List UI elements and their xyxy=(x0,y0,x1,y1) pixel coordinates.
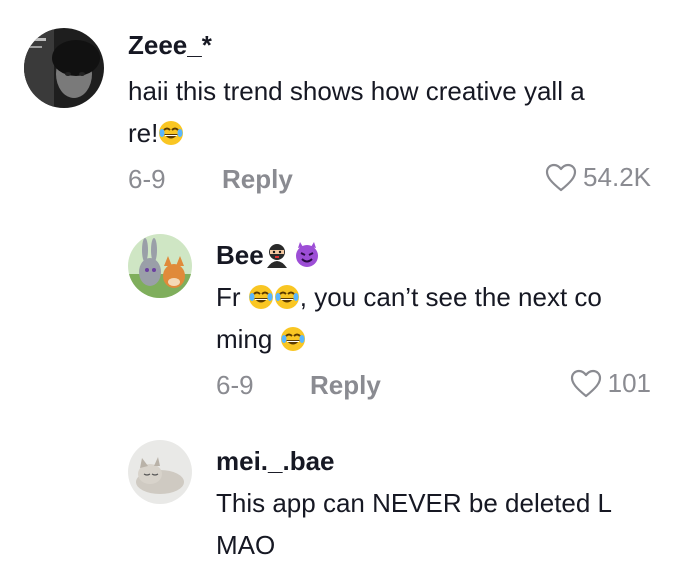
laughing-tears-emoji-icon xyxy=(248,285,273,309)
like-button[interactable]: 101 xyxy=(570,368,651,399)
heart-icon xyxy=(545,163,577,191)
username-text: Bee xyxy=(216,240,264,270)
comment-text-prefix: Fr xyxy=(216,282,241,312)
avatar[interactable] xyxy=(24,28,104,108)
comment-text-line: ming xyxy=(216,324,273,354)
comment-text: haii this trend shows how creative yall … xyxy=(128,70,668,154)
laughing-tears-emoji-icon xyxy=(159,121,184,145)
comment-text: Fr , you can’t see the next co ming xyxy=(216,276,666,360)
purple-devil-icon xyxy=(295,242,318,267)
comment-text-line: This app can NEVER be deleted L xyxy=(216,488,613,518)
reply-button[interactable]: Reply xyxy=(310,370,381,401)
comment-item: Zeee_* haii this trend shows how creativ… xyxy=(0,0,684,210)
comment-text-line: MAO xyxy=(216,530,276,560)
comment-date: 6-9 xyxy=(128,164,166,194)
comment-text-line: haii this trend shows how creative yall … xyxy=(128,76,585,106)
laughing-tears-emoji-icon xyxy=(274,285,299,309)
laughing-tears-emoji-icon xyxy=(280,327,305,351)
comment-text-line: re! xyxy=(128,118,159,148)
username[interactable]: Bee xyxy=(216,240,320,271)
avatar[interactable] xyxy=(128,234,192,298)
reply-button[interactable]: Reply xyxy=(222,164,293,195)
comment-text: This app can NEVER be deleted L MAO xyxy=(216,482,666,566)
username[interactable]: mei._.bae xyxy=(216,446,335,477)
comment-item: Bee Fr , you can’t see the next co ming … xyxy=(0,210,684,410)
comment-date: 6-9 xyxy=(216,370,254,400)
username[interactable]: Zeee_* xyxy=(128,30,212,61)
like-count: 54.2K xyxy=(583,162,651,192)
heart-icon xyxy=(570,369,601,397)
comment-text-line: , you can’t see the next co xyxy=(299,282,602,312)
avatar[interactable] xyxy=(128,440,192,504)
like-count: 101 xyxy=(607,368,651,398)
ninja-icon xyxy=(266,244,287,268)
like-button[interactable]: 54.2K xyxy=(545,162,651,193)
comment-item: mei._.bae This app can NEVER be deleted … xyxy=(0,410,684,572)
